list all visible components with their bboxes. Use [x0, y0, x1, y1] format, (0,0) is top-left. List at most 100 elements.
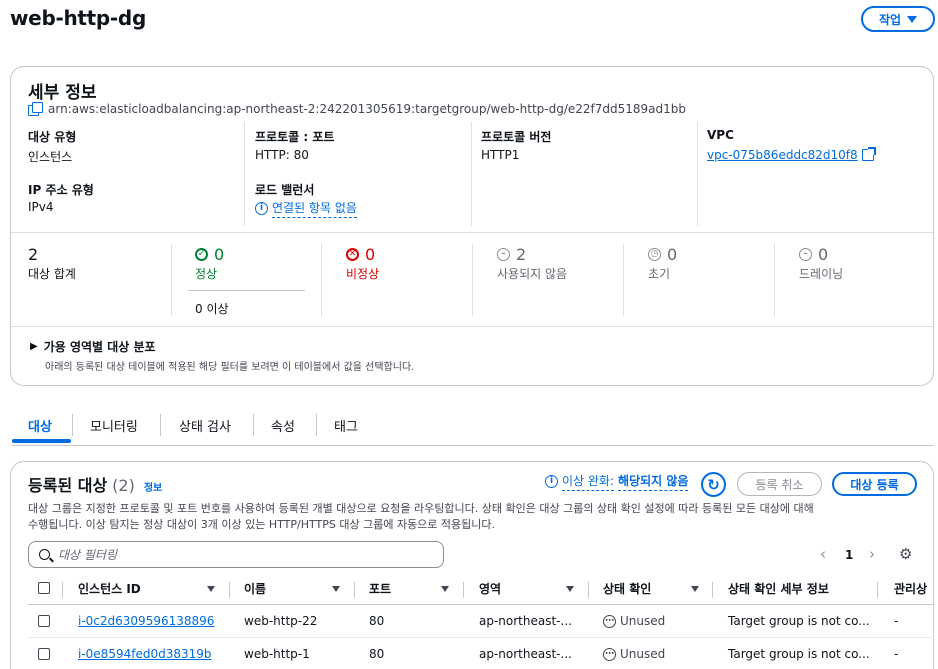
divider [244, 122, 245, 226]
column-header-instance-id[interactable]: 인스턴스 ID [78, 580, 141, 597]
registered-heading: 등록된 대상 (2) 정보 [28, 472, 162, 496]
divider [28, 604, 934, 605]
divider [354, 582, 355, 598]
az-distribution-toggle[interactable]: ▶ 가용 영역별 대상 분포 [30, 338, 156, 355]
anomaly-label: 이상 완화: [562, 472, 615, 491]
filter-input[interactable] [58, 547, 418, 562]
divider [11, 232, 933, 233]
healthy-sub: 0 이상 [195, 302, 229, 316]
instance-id-link[interactable]: i-0e8594fed0d38319b [78, 647, 212, 661]
row-checkbox[interactable] [38, 648, 50, 660]
tab-health-checks[interactable]: 상태 검사 [179, 416, 231, 435]
chevron-right-icon[interactable]: › [869, 545, 875, 563]
sort-icon[interactable] [332, 586, 340, 592]
column-header-port[interactable]: 포트 [369, 580, 391, 597]
caret-down-icon [907, 15, 918, 23]
divider [321, 244, 322, 316]
healthy-value: 0 [214, 245, 225, 264]
tab-tags[interactable]: 태그 [334, 416, 358, 435]
ip-type-value: IPv4 [28, 200, 54, 214]
health-status-label: Unused [620, 647, 666, 661]
refresh-icon: ↻ [707, 475, 720, 494]
target-type-label: 대상 유형 [28, 130, 77, 144]
initial-count[interactable]: ◷ 0 [648, 245, 677, 264]
instance-port: 80 [369, 647, 385, 661]
divider [62, 582, 63, 598]
page-number[interactable]: 1 [845, 548, 853, 562]
tab-attributes[interactable]: 속성 [271, 416, 295, 435]
vpc-label: VPC [707, 128, 734, 142]
divider [28, 637, 934, 638]
sort-icon[interactable] [691, 586, 699, 592]
divider [471, 122, 472, 226]
page-title: web-http-dg [10, 6, 146, 30]
divider [229, 582, 230, 598]
tab-monitoring[interactable]: 모니터링 [90, 416, 138, 435]
column-header-name[interactable]: 이름 [244, 580, 266, 597]
vpc-link[interactable]: vpc-075b86eddc82d10f8 [707, 147, 876, 162]
unused-count[interactable]: – 2 [497, 245, 526, 264]
active-tab-indicator [12, 439, 71, 443]
unhealthy-label: 비정상 [346, 267, 380, 281]
divider [253, 414, 254, 436]
instance-name: web-http-22 [244, 614, 318, 628]
sort-icon[interactable] [566, 586, 574, 592]
deregister-button[interactable]: 등록 취소 [737, 472, 822, 496]
description-line: 대상 그룹은 지정한 프로토콜 및 포트 번호를 사용하여 등록된 개별 대상으… [28, 502, 814, 515]
draining-count[interactable]: – 0 [799, 245, 828, 264]
row-checkbox[interactable] [38, 615, 50, 627]
health-details: Target group is not co... [728, 647, 870, 661]
total-label: 대상 합계 [28, 267, 76, 281]
total-count: 2 [28, 245, 39, 264]
az-description: 아래의 등록된 대상 테이블에 적용된 해당 필터를 보려면 이 테이블에서 값… [45, 362, 415, 373]
unused-status-icon: ⋯ [603, 614, 616, 628]
sort-icon[interactable] [441, 586, 449, 592]
draining-value: 0 [818, 245, 829, 264]
healthy-count[interactable]: ✓ 0 [195, 245, 224, 264]
anomaly-mitigation[interactable]: i 이상 완화: 해당되지 않음 [545, 472, 689, 491]
health-details: Target group is not co... [728, 614, 870, 628]
target-type-value: 인스턴스 [28, 150, 73, 164]
load-balancer-link[interactable]: 연결된 항목 없음 [272, 199, 357, 218]
instance-port: 80 [369, 614, 385, 628]
unused-label: 사용되지 않음 [497, 267, 568, 281]
sort-icon[interactable] [207, 586, 215, 592]
select-all-checkbox[interactable] [38, 582, 50, 594]
tab-targets[interactable]: 대상 [28, 416, 52, 435]
instance-zone: ap-northeast-... [479, 647, 572, 661]
check-circle-icon: ✓ [195, 248, 208, 261]
instance-id-link[interactable]: i-0c2d6309596138896 [78, 614, 214, 628]
refresh-button[interactable]: ↻ [701, 472, 726, 497]
column-header-health-details[interactable]: 상태 확인 세부 정보 [728, 580, 829, 597]
register-targets-button[interactable]: 대상 등록 [832, 472, 917, 496]
unhealthy-value: 0 [365, 245, 376, 264]
divider [877, 582, 878, 598]
column-header-health[interactable]: 상태 확인 [603, 580, 651, 597]
unhealthy-count[interactable]: ✕ 0 [346, 245, 375, 264]
az-title: 가용 영역별 대상 분포 [43, 340, 156, 354]
registered-count: (2) [112, 476, 135, 495]
settings-gear-icon[interactable]: ⚙ [899, 546, 915, 562]
divider [72, 414, 73, 436]
admin-status: - [894, 614, 899, 628]
vpc-value[interactable]: vpc-075b86eddc82d10f8 [707, 148, 858, 162]
info-icon: i [545, 475, 558, 488]
column-header-admin[interactable]: 관리상 [894, 580, 934, 597]
actions-button[interactable]: 작업 [861, 6, 935, 32]
clock-icon: ◷ [648, 248, 661, 261]
draining-label: 드레이닝 [799, 267, 844, 281]
protocol-version-label: 프로토콜 버전 [481, 130, 552, 144]
chevron-left-icon[interactable]: ‹ [820, 545, 826, 563]
copy-icon[interactable] [28, 102, 43, 116]
info-link[interactable]: 정보 [144, 479, 162, 494]
registered-title: 등록된 대상 [28, 476, 108, 495]
x-circle-icon: ✕ [346, 248, 359, 261]
filter-targets[interactable] [28, 541, 444, 568]
minus-circle-icon: – [799, 248, 812, 261]
anomaly-value: 해당되지 않음 [618, 472, 689, 491]
load-balancer-value[interactable]: i 연결된 항목 없음 [255, 199, 357, 218]
column-header-zone[interactable]: 영역 [479, 580, 501, 597]
unused-value: 2 [516, 245, 527, 264]
external-link-icon [861, 147, 876, 161]
divider [623, 244, 624, 316]
